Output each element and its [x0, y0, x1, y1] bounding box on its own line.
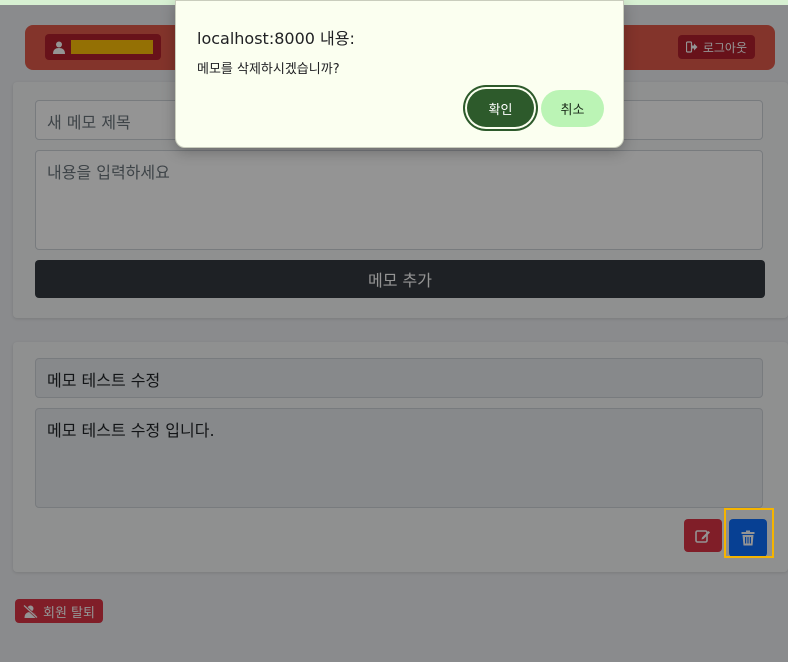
confirm-dialog: localhost:8000 내용: 메모를 삭제하시겠습니까? 확인 취소 [175, 0, 624, 148]
confirm-cancel-button[interactable]: 취소 [541, 90, 604, 127]
dialog-message: 메모를 삭제하시겠습니까? [197, 62, 340, 77]
confirm-ok-button[interactable]: 확인 [467, 89, 534, 127]
dialog-title: localhost:8000 내용: [197, 29, 355, 48]
